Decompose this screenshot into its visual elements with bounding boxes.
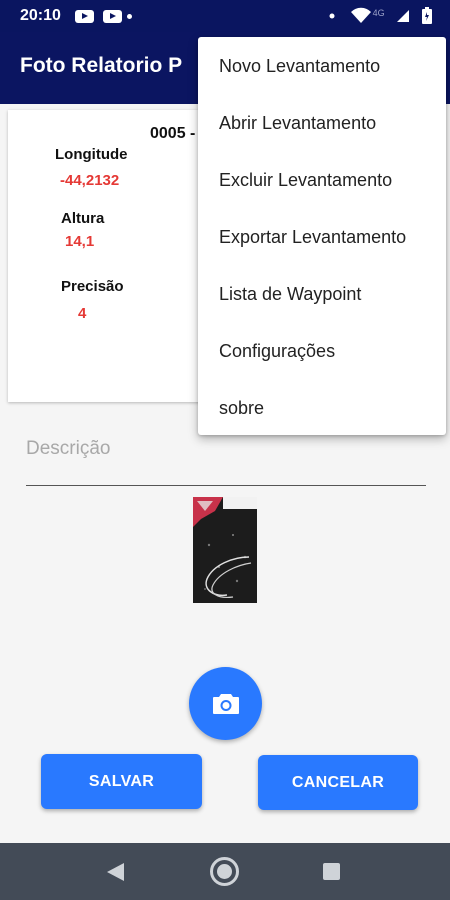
youtube-notification-icon: [75, 10, 94, 23]
menu-item-sobre[interactable]: sobre: [198, 380, 446, 437]
menu-item-lista-de-waypoint[interactable]: Lista de Waypoint: [198, 266, 446, 323]
signal-icon: [396, 10, 409, 22]
camera-icon: [212, 693, 239, 714]
battery-icon: [422, 7, 432, 24]
longitude-label: Longitude: [55, 146, 128, 163]
menu-item-exportar-levantamento[interactable]: Exportar Levantamento: [198, 209, 446, 266]
menu-item-abrir-levantamento[interactable]: Abrir Levantamento: [198, 95, 446, 152]
back-icon[interactable]: [107, 863, 124, 881]
menu-item-novo-levantamento[interactable]: Novo Levantamento: [198, 38, 446, 95]
descricao-input[interactable]: Descrição: [26, 430, 426, 486]
precisao-value: 4: [78, 305, 87, 322]
photo-image: [193, 497, 257, 603]
altura-label: Altura: [61, 210, 105, 227]
youtube-notification-icon: [103, 10, 122, 23]
status-bar: 20:10 4G: [0, 0, 450, 32]
photo-thumbnail[interactable]: [193, 497, 257, 603]
home-icon[interactable]: [210, 857, 239, 886]
menu-item-excluir-levantamento[interactable]: Excluir Levantamento: [198, 152, 446, 209]
record-id: 0005 -: [150, 125, 196, 142]
app-title: Foto Relatorio P: [20, 54, 183, 77]
more-notifications-icon: [127, 14, 132, 19]
system-nav-bar: [0, 843, 450, 900]
altura-value: 14,1: [65, 233, 95, 250]
precisao-label: Precisão: [61, 278, 124, 295]
camera-button[interactable]: [189, 667, 262, 740]
wifi-icon: [351, 7, 372, 23]
recents-icon[interactable]: [323, 863, 340, 880]
status-time: 20:10: [20, 7, 61, 24]
overflow-menu: Novo Levantamento Abrir Levantamento Exc…: [198, 37, 446, 435]
notification-dot-icon: [329, 13, 335, 19]
longitude-value: -44,2132: [60, 172, 120, 189]
cancel-button[interactable]: CANCELAR: [258, 755, 418, 810]
save-button[interactable]: SALVAR: [41, 754, 202, 809]
menu-item-configuracoes[interactable]: Configurações: [198, 323, 446, 380]
network-type-label: 4G: [372, 8, 385, 18]
descricao-hint: Descrição: [26, 438, 111, 459]
status-icons: 4G: [327, 7, 432, 25]
